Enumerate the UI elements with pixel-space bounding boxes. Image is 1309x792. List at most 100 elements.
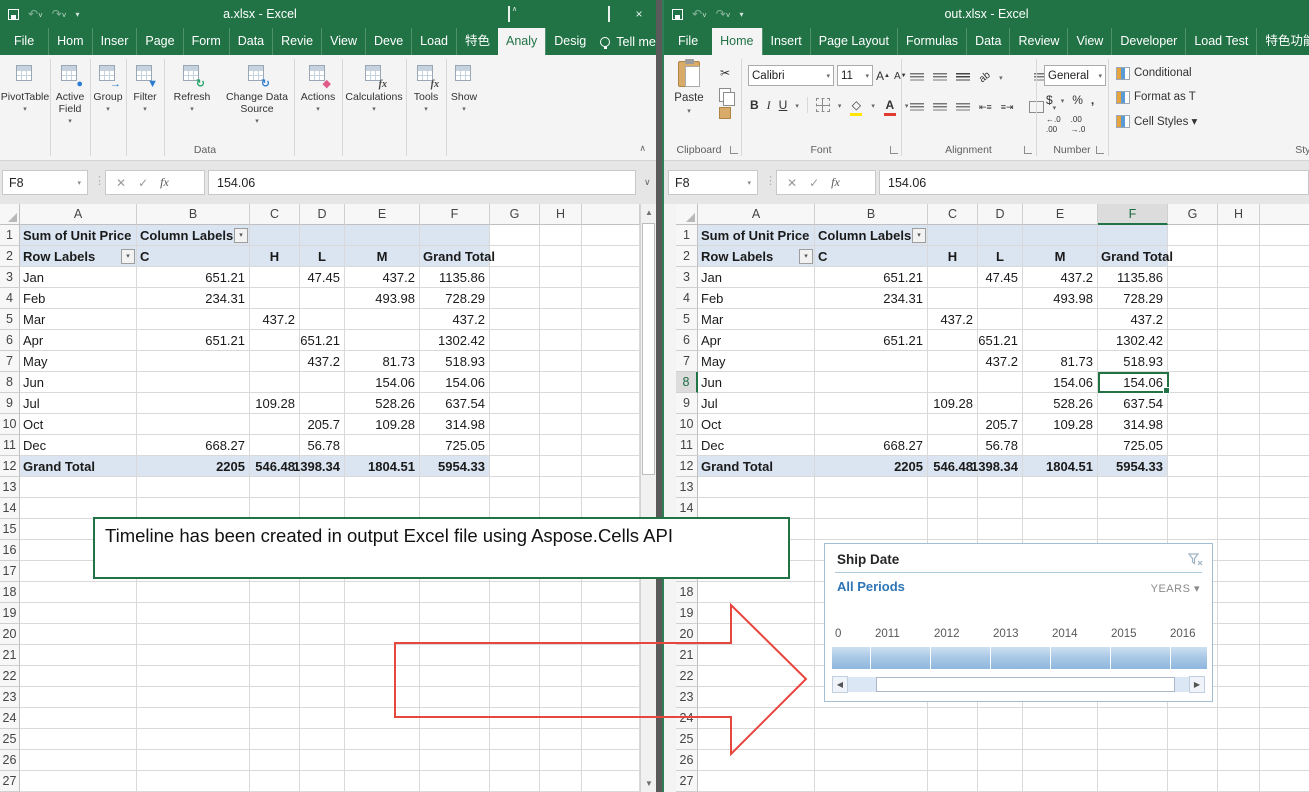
cell[interactable] (1218, 687, 1260, 708)
cell[interactable] (1168, 414, 1218, 435)
cell[interactable] (540, 267, 582, 288)
maximize-icon[interactable] (594, 7, 624, 21)
cell[interactable] (250, 372, 300, 393)
cell[interactable] (1023, 708, 1098, 729)
cell[interactable] (928, 729, 978, 750)
cell[interactable] (815, 708, 928, 729)
cell[interactable] (1260, 498, 1309, 519)
cell[interactable] (1023, 519, 1098, 540)
cell[interactable] (1023, 435, 1098, 456)
cell[interactable] (815, 372, 928, 393)
cell[interactable] (490, 351, 540, 372)
cell[interactable] (1168, 456, 1218, 477)
align-left-icon[interactable] (910, 103, 924, 112)
cell[interactable]: 1804.51 (345, 456, 420, 477)
pivot-filter-dropdown-icon[interactable]: ▾ (799, 249, 813, 264)
cell[interactable]: 205.7 (300, 414, 345, 435)
cell[interactable]: 1398.34 (978, 456, 1023, 477)
row-header-3[interactable]: 3 (676, 267, 698, 288)
cell[interactable]: Grand Total (420, 246, 490, 267)
row-header-22[interactable]: 22 (0, 666, 20, 687)
ribbon-tab-page-layout[interactable]: Page Layout (810, 28, 897, 55)
ribbon-tab-revie[interactable]: Revie (272, 28, 321, 55)
cell[interactable] (928, 708, 978, 729)
cell[interactable] (137, 372, 250, 393)
cell[interactable] (1098, 708, 1168, 729)
collapse-ribbon-icon[interactable]: ∧ (639, 143, 646, 154)
cell[interactable] (250, 330, 300, 351)
cell[interactable] (300, 582, 345, 603)
cell[interactable]: Column Labels▾ (137, 225, 250, 246)
column-header-C[interactable]: C (250, 204, 300, 225)
cell[interactable] (582, 435, 640, 456)
cell[interactable] (1260, 561, 1309, 582)
cell[interactable]: Jan (20, 267, 137, 288)
cell[interactable] (1260, 540, 1309, 561)
cell[interactable]: C (815, 246, 928, 267)
cell[interactable] (1260, 351, 1309, 372)
cell[interactable]: 1135.86 (1098, 267, 1168, 288)
timeline-scroll-left-icon[interactable]: ◀ (832, 676, 848, 693)
column-header-B[interactable]: B (815, 204, 928, 225)
cell[interactable] (1098, 771, 1168, 792)
cell[interactable]: 651.21 (978, 330, 1023, 351)
timeline-scroll-right-icon[interactable]: ▶ (1189, 676, 1205, 693)
cell[interactable] (1260, 267, 1309, 288)
cell[interactable] (582, 309, 640, 330)
cell[interactable] (490, 414, 540, 435)
row-header-5[interactable]: 5 (0, 309, 20, 330)
cell[interactable] (300, 645, 345, 666)
cell[interactable]: Dec (20, 435, 137, 456)
ribbon-tab-file[interactable]: File (664, 28, 712, 55)
formula-input[interactable]: 154.06 (208, 170, 636, 195)
cell[interactable] (928, 330, 978, 351)
cell[interactable] (300, 687, 345, 708)
cell[interactable] (1023, 750, 1098, 771)
cell[interactable]: Grand Total (1098, 246, 1168, 267)
cell[interactable]: Oct (698, 414, 815, 435)
cancel-icon[interactable]: ✕ (787, 176, 797, 190)
cell[interactable] (300, 372, 345, 393)
scroll-down-icon[interactable]: ▼ (641, 775, 656, 792)
cell[interactable] (540, 309, 582, 330)
italic-icon[interactable]: I (767, 95, 771, 115)
cell[interactable]: Jan (698, 267, 815, 288)
cell[interactable] (137, 309, 250, 330)
cell[interactable] (490, 267, 540, 288)
ribbon-tab-特色功能[interactable]: 特色功能 (1256, 28, 1309, 55)
cell[interactable] (490, 498, 540, 519)
cell[interactable]: 2205 (137, 456, 250, 477)
cell[interactable] (1168, 309, 1218, 330)
font-launcher-icon[interactable] (890, 146, 898, 154)
cell[interactable] (1260, 393, 1309, 414)
cell[interactable]: Apr (20, 330, 137, 351)
row-header-5[interactable]: 5 (676, 309, 698, 330)
copy-icon[interactable] (719, 88, 731, 102)
styles-button-cell-styles[interactable]: Cell Styles ▾ (1116, 109, 1197, 133)
ribbon-tab-view[interactable]: View (321, 28, 365, 55)
cell[interactable] (978, 372, 1023, 393)
cell[interactable] (540, 477, 582, 498)
cell[interactable] (1218, 456, 1260, 477)
cell[interactable] (698, 477, 815, 498)
column-header-F[interactable]: F (1098, 204, 1168, 225)
increase-decimal-icon[interactable]: ←.0.00 (1046, 115, 1061, 134)
cell[interactable]: 56.78 (978, 435, 1023, 456)
number-format-combo[interactable]: General▾ (1044, 65, 1106, 86)
cell[interactable] (250, 225, 300, 246)
insert-function-icon[interactable]: fx (831, 175, 840, 190)
ribbon-button-show[interactable]: Show▾ (446, 57, 482, 140)
cell[interactable] (1260, 288, 1309, 309)
cell[interactable] (540, 414, 582, 435)
timeline-bar[interactable] (832, 647, 1207, 669)
align-right-icon[interactable] (956, 103, 970, 112)
cell[interactable] (978, 393, 1023, 414)
cell[interactable] (250, 750, 300, 771)
font-size-combo[interactable]: 11▾ (837, 65, 873, 86)
row-header-26[interactable]: 26 (0, 750, 20, 771)
cell[interactable] (1260, 309, 1309, 330)
decrease-indent-icon[interactable]: ⇤≡ (979, 97, 992, 117)
cell[interactable]: Jun (20, 372, 137, 393)
row-header-19[interactable]: 19 (0, 603, 20, 624)
cell[interactable] (978, 519, 1023, 540)
